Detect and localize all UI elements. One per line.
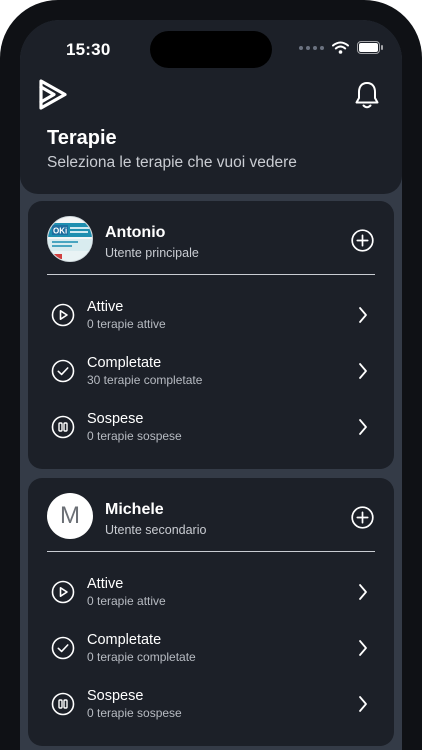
chevron-right-icon xyxy=(359,307,367,323)
row-label: Completate xyxy=(87,632,162,648)
page-subtitle: Seleziona le terapie che vuoi vedere xyxy=(47,154,297,171)
chevron-right-icon xyxy=(359,696,367,712)
user-role: Utente principale xyxy=(105,246,199,260)
app-screen: 15:30 Terapie Seleziona le terapie che v… xyxy=(20,20,402,750)
status-time: 15:30 xyxy=(66,40,111,59)
avatar: OKi xyxy=(47,216,93,262)
chevron-right-icon xyxy=(359,584,367,600)
therapy-row-suspended[interactable]: Sospese 0 terapie sospese xyxy=(28,680,394,730)
row-label: Completate xyxy=(87,355,162,371)
user-role: Utente secondario xyxy=(105,523,207,537)
user-card-michele: M Michele Utente secondario Attive 0 ter… xyxy=(28,478,394,746)
plus-circle-icon[interactable] xyxy=(351,506,374,529)
avatar-photo: OKi xyxy=(48,217,92,261)
divider xyxy=(47,551,375,552)
user-name: Michele xyxy=(105,501,164,518)
pause-circle-icon xyxy=(51,415,75,439)
avatar-logo-text: OKi xyxy=(53,227,67,236)
pause-circle-icon xyxy=(51,692,75,716)
row-label: Sospese xyxy=(87,411,144,427)
status-icons xyxy=(299,41,384,54)
row-count: 30 terapie completate xyxy=(87,373,203,387)
row-count: 0 terapie attive xyxy=(87,594,166,608)
therapy-row-active[interactable]: Attive 0 terapie attive xyxy=(28,568,394,618)
therapy-row-completed[interactable]: Completate 30 terapie completate xyxy=(28,347,394,397)
row-label: Attive xyxy=(87,299,124,315)
divider xyxy=(47,274,375,275)
plus-circle-icon[interactable] xyxy=(351,229,374,252)
dynamic-island xyxy=(150,31,272,68)
therapy-row-suspended[interactable]: Sospese 0 terapie sospese xyxy=(28,403,394,453)
device-frame: 15:30 Terapie Seleziona le terapie che v… xyxy=(0,0,422,750)
chevron-right-icon xyxy=(359,640,367,656)
row-count: 0 terapie sospese xyxy=(87,429,182,443)
wifi-icon xyxy=(332,41,349,54)
therapy-row-active[interactable]: Attive 0 terapie attive xyxy=(28,291,394,341)
page-title: Terapie xyxy=(47,127,117,149)
signal-icon xyxy=(299,45,324,50)
row-count: 0 terapie sospese xyxy=(87,706,182,720)
user-card-header: OKi Antonio Utente principale xyxy=(28,201,394,276)
app-header: 15:30 Terapie Seleziona le terapie che v… xyxy=(20,20,402,194)
chevron-right-icon xyxy=(359,419,367,435)
battery-icon xyxy=(357,41,383,54)
play-circle-icon xyxy=(51,580,75,604)
bell-icon[interactable] xyxy=(354,80,380,110)
therapy-row-completed[interactable]: Completate 0 terapie completate xyxy=(28,624,394,674)
row-count: 0 terapie completate xyxy=(87,650,196,664)
play-circle-icon xyxy=(51,303,75,327)
chevron-right-icon xyxy=(359,363,367,379)
avatar: M xyxy=(47,493,93,539)
user-card-antonio: OKi Antonio Utente principale Attive 0 t… xyxy=(28,201,394,469)
user-name: Antonio xyxy=(105,224,166,241)
row-label: Sospese xyxy=(87,688,144,704)
row-count: 0 terapie attive xyxy=(87,317,166,331)
check-circle-icon xyxy=(51,636,75,660)
check-circle-icon xyxy=(51,359,75,383)
play-logo-icon[interactable] xyxy=(34,77,70,113)
row-label: Attive xyxy=(87,576,124,592)
user-card-header: M Michele Utente secondario xyxy=(28,478,394,553)
